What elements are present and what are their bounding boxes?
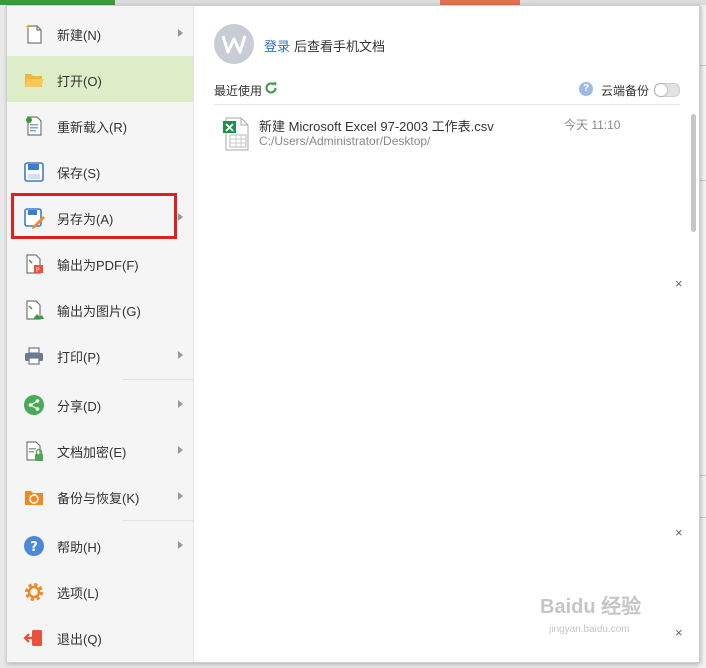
menu-item-backup[interactable]: 备份与恢复(K)	[7, 473, 193, 519]
file-menu-panel: 新建(N) 打开(O) 重新载入(R) 保存(S) 另存为(A) P 输出为PD…	[6, 5, 700, 663]
share-icon	[24, 395, 44, 415]
svg-text:P: P	[36, 267, 40, 274]
menu-item-reload[interactable]: 重新载入(R)	[7, 102, 193, 148]
menu-item-save[interactable]: 保存(S)	[7, 148, 193, 194]
recent-file-item[interactable]: 新建 Microsoft Excel 97-2003 工作表.csv C:/Us…	[214, 114, 684, 154]
login-link[interactable]: 登录	[264, 36, 290, 55]
menu-item-exit[interactable]: 退出(Q)	[7, 614, 193, 660]
image-icon	[26, 300, 44, 320]
menu-item-label: 打开(O)	[57, 74, 102, 89]
close-icon[interactable]: ×	[675, 526, 685, 539]
save-icon	[24, 162, 44, 182]
watermark-logo: Baidu 经验	[540, 596, 642, 618]
close-icon[interactable]: ×	[675, 626, 685, 639]
reload-icon	[26, 116, 42, 136]
close-icon[interactable]: ×	[675, 277, 685, 290]
menu-item-label: 输出为图片(G)	[57, 304, 141, 319]
menu-item-print[interactable]: 打印(P)	[7, 332, 193, 378]
submenu-arrow-icon	[178, 351, 183, 359]
menu-item-new[interactable]: 新建(N)	[7, 10, 193, 56]
vertical-scrollbar[interactable]	[691, 114, 696, 232]
menu-item-label: 退出(Q)	[57, 632, 102, 647]
avatar[interactable]	[214, 24, 254, 64]
menu-item-label: 保存(S)	[57, 166, 101, 181]
menu-item-label: 选项(L)	[57, 586, 99, 601]
help-icon: ?	[24, 536, 44, 556]
submenu-arrow-icon	[178, 492, 183, 500]
menu-item-label: 备份与恢复(K)	[57, 491, 140, 506]
menu-item-share[interactable]: 分享(D)	[7, 381, 193, 427]
exit-icon	[23, 630, 42, 646]
menu-item-label: 新建(N)	[57, 28, 102, 43]
menu-item-options[interactable]: 选项(L)	[7, 568, 193, 614]
folder-open-icon	[25, 74, 44, 87]
help-circle-icon[interactable]: ?	[579, 82, 593, 96]
encrypt-icon	[26, 441, 43, 461]
menu-item-label: 输出为PDF(F)	[57, 258, 139, 273]
submenu-arrow-icon	[178, 446, 183, 454]
menu-item-label: 重新载入(R)	[57, 120, 128, 135]
submenu-arrow-icon	[178, 213, 183, 221]
watermark-url: jingyan.baidu.com	[549, 624, 630, 635]
cloud-backup-toggle[interactable]	[654, 83, 680, 97]
menu-item-label: 文档加密(E)	[57, 445, 127, 460]
file-name: 新建 Microsoft Excel 97-2003 工作表.csv	[259, 119, 494, 134]
printer-icon	[25, 347, 43, 365]
menu-divider	[123, 379, 193, 380]
menu-item-label: 分享(D)	[57, 399, 102, 414]
recent-label: 最近使用	[214, 84, 263, 98]
pdf-icon: P	[26, 254, 43, 274]
menu-item-open[interactable]: 打开(O)	[7, 56, 193, 102]
excel-file-icon	[223, 117, 249, 151]
svg-text:?: ?	[30, 540, 38, 555]
gear-icon	[25, 583, 43, 601]
file-time: 今天 11:10	[564, 118, 621, 132]
divider	[214, 104, 680, 105]
menu-item-label: 打印(P)	[57, 350, 101, 365]
menu-item-help[interactable]: ? 帮助(H)	[7, 522, 193, 568]
file-menu-list: 新建(N) 打开(O) 重新载入(R) 保存(S) 另存为(A) P 输出为PD…	[7, 6, 194, 662]
refresh-icon[interactable]	[264, 81, 278, 95]
submenu-arrow-icon	[178, 29, 183, 37]
cloud-backup-label: 云端备份	[601, 84, 650, 98]
menu-divider	[123, 520, 193, 521]
new-doc-icon	[25, 24, 42, 44]
submenu-arrow-icon	[178, 541, 183, 549]
annotation-highlight-box	[11, 193, 177, 239]
menu-item-encrypt[interactable]: 文档加密(E)	[7, 427, 193, 473]
file-path: C:/Users/Administrator/Desktop/	[259, 134, 431, 148]
toggle-knob	[655, 84, 667, 96]
backup-icon	[25, 491, 43, 505]
submenu-arrow-icon	[178, 400, 183, 408]
menu-item-export-image[interactable]: 输出为图片(G)	[7, 286, 193, 332]
menu-item-label: 帮助(H)	[57, 540, 102, 555]
menu-item-export-pdf[interactable]: P 输出为PDF(F)	[7, 240, 193, 286]
wps-logo-icon	[222, 35, 246, 54]
login-hint: 后查看手机文档	[294, 39, 386, 54]
